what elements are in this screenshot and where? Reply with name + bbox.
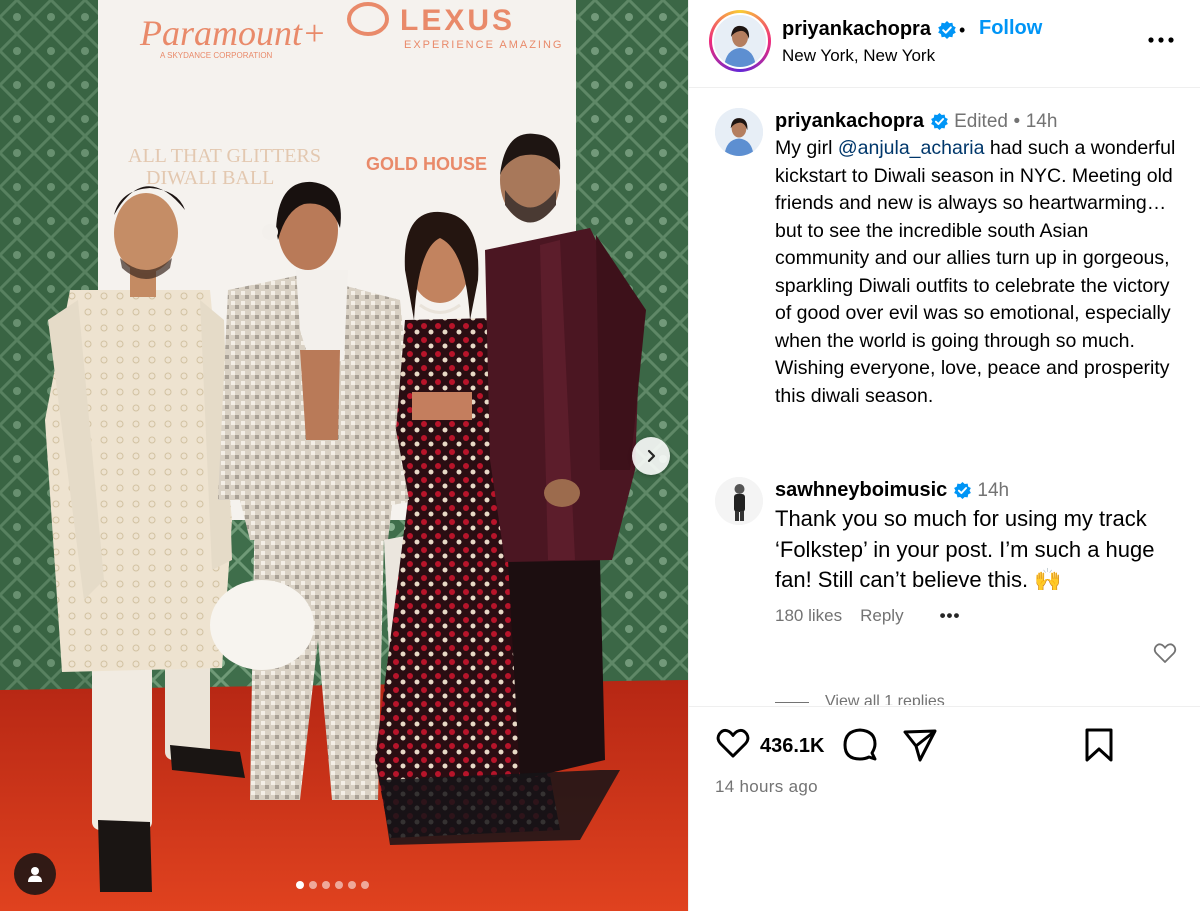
user-icon	[28, 867, 42, 882]
view-replies-line	[775, 701, 809, 703]
comment-like-heart-icon[interactable]	[1153, 642, 1177, 664]
view-replies-button[interactable]: View all 1 replies	[775, 693, 945, 705]
carousel-dot	[296, 881, 304, 889]
verified-badge-icon	[937, 20, 956, 39]
carousel-dot	[361, 881, 369, 889]
carousel-dot	[309, 881, 317, 889]
view-replies-text[interactable]: View all 1 replies	[825, 693, 945, 705]
post-photo[interactable]: Paramount+ A SKYDANCE CORPORATION LEXUS …	[0, 0, 688, 911]
verified-badge-icon	[953, 482, 971, 500]
like-count[interactable]: 436.1K	[760, 735, 825, 758]
meta-dot: •	[1013, 111, 1021, 132]
carousel-indicator	[296, 881, 369, 889]
more-horizontal-icon	[1148, 37, 1174, 43]
comment-more-button[interactable]: •••	[940, 606, 961, 626]
like-heart-icon[interactable]	[715, 727, 751, 759]
more-options-button[interactable]	[1145, 26, 1177, 54]
post-header: priyankachopra • Follow New York, New Yo…	[689, 0, 1200, 88]
commenter-username[interactable]: sawhneyboimusic	[775, 479, 947, 501]
backdrop-event-line2: DIWALI BALL	[146, 167, 274, 189]
verified-badge-icon	[930, 113, 948, 131]
caption-text: My girl @anjula_acharia had such a wonde…	[775, 135, 1183, 410]
caption-username[interactable]: priyankachopra	[775, 110, 924, 132]
carousel-dot	[322, 881, 330, 889]
backdrop-paramount-sub: A SKYDANCE CORPORATION	[160, 51, 273, 60]
chevron-right-icon	[647, 449, 656, 463]
post-actions-bar: 436.1K 14 hours ago	[689, 706, 1200, 911]
carousel-next-button[interactable]	[632, 437, 670, 475]
comments-section[interactable]: priyankachopra Edited • 14h My girl @anj…	[689, 89, 1200, 705]
carousel-dot	[348, 881, 356, 889]
avatar-image	[714, 15, 766, 67]
caption-time[interactable]: 14h	[1026, 111, 1058, 132]
comment-actions: 180 likes Reply •••	[775, 606, 1183, 626]
header-separator: •	[959, 20, 966, 40]
post-location[interactable]: New York, New York	[782, 46, 935, 66]
caption-avatar[interactable]	[715, 108, 763, 156]
backdrop-event-line1: ALL THAT GLITTERS	[128, 145, 321, 167]
edited-label: Edited	[954, 111, 1008, 132]
avatar-image	[715, 108, 763, 156]
comment-time[interactable]: 14h	[977, 480, 1009, 501]
caption-meta: priyankachopra Edited • 14h	[775, 108, 1183, 135]
backdrop-lexus-text: LEXUS	[400, 4, 515, 37]
avatar-image	[715, 477, 763, 525]
backdrop-lexus-sub: EXPERIENCE AMAZING	[404, 39, 563, 51]
save-bookmark-icon[interactable]	[1084, 727, 1114, 763]
follow-button[interactable]: Follow	[979, 17, 1042, 40]
event-photo: Paramount+ A SKYDANCE CORPORATION LEXUS …	[0, 0, 688, 911]
backdrop-goldhouse-text: GOLD HOUSE	[366, 154, 487, 174]
backdrop-paramount-text: Paramount+	[139, 13, 326, 53]
comment-bubble-icon[interactable]	[842, 727, 878, 763]
comment-meta: sawhneyboimusic 14h	[775, 477, 1183, 504]
mention-link[interactable]: @anjula_acharia	[838, 137, 985, 159]
carousel-dot	[335, 881, 343, 889]
author-username[interactable]: priyankachopra	[782, 18, 957, 41]
commenter-avatar[interactable]	[715, 477, 763, 525]
caption-text-rest: had such a wonderful kickstart to Diwali…	[775, 137, 1176, 407]
author-avatar[interactable]	[709, 10, 771, 72]
tagged-users-button[interactable]	[14, 853, 56, 895]
comment-likes[interactable]: 180 likes	[775, 606, 842, 626]
comment-text: Thank you so much for using my track ‘Fo…	[775, 506, 1155, 592]
post-side-panel: priyankachopra • Follow New York, New Yo…	[688, 0, 1200, 911]
reply-button[interactable]: Reply	[860, 606, 903, 626]
author-username-text[interactable]: priyankachopra	[782, 18, 931, 40]
caption-text-start: My girl	[775, 137, 838, 159]
post-time-ago[interactable]: 14 hours ago	[715, 777, 818, 797]
share-send-icon[interactable]	[902, 727, 938, 763]
